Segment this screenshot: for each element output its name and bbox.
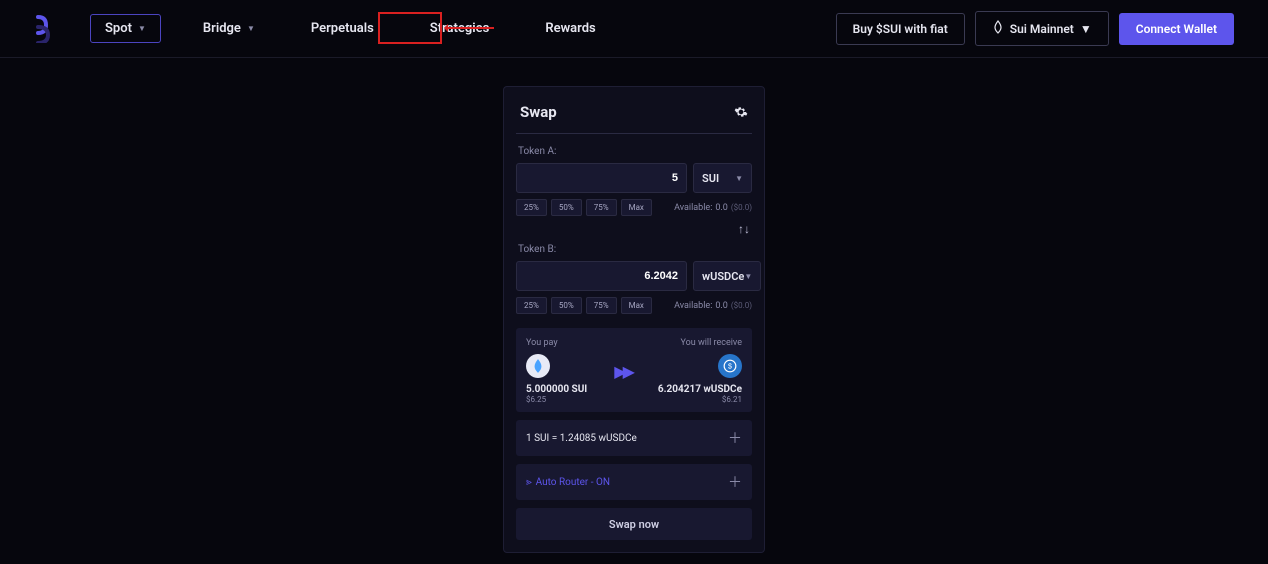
token-b-input[interactable] <box>525 270 678 282</box>
pct-25-button[interactable]: 25% <box>516 199 547 216</box>
gear-icon[interactable] <box>734 105 748 119</box>
available-usd: ($0.0) <box>731 203 752 212</box>
token-a-input[interactable] <box>525 172 678 184</box>
token-b-pct-buttons: 25% 50% 75% Max <box>516 297 652 314</box>
chevron-down-icon: ▼ <box>1080 22 1092 36</box>
nav-perpetuals[interactable]: Perpetuals <box>297 15 388 42</box>
token-b-available: Available: 0.0 ($0.0) <box>674 301 752 311</box>
token-a-input-box[interactable] <box>516 163 687 193</box>
connect-wallet-button[interactable]: Connect Wallet <box>1119 13 1234 45</box>
pct-50-button[interactable]: 50% <box>551 199 582 216</box>
logo <box>34 15 52 43</box>
nav-bridge[interactable]: Bridge ▼ <box>189 15 269 42</box>
swap-direction-button[interactable]: ↑↓ <box>518 222 750 236</box>
pay-usd: $6.25 <box>526 395 546 404</box>
nav-rewards[interactable]: Rewards <box>531 15 609 42</box>
nav-strategies[interactable]: Strategies <box>416 15 504 42</box>
router-text: Auto Router - ON <box>536 477 610 488</box>
sui-drop-icon <box>992 20 1004 37</box>
usdc-coin-icon: $ <box>718 354 742 378</box>
swap-now-button[interactable]: Swap now <box>516 508 752 540</box>
sui-coin-icon <box>526 354 550 378</box>
connect-wallet-label: Connect Wallet <box>1136 22 1217 36</box>
buy-sui-label: Buy $SUI with fiat <box>853 22 948 36</box>
pct-75-button[interactable]: 75% <box>586 199 617 216</box>
pct-max-button[interactable]: Max <box>621 297 652 314</box>
swap-title: Swap <box>520 103 557 121</box>
token-b-label: Token B: <box>518 244 750 255</box>
forward-arrows-icon: ▶▶ <box>614 362 631 381</box>
token-b-select[interactable]: wUSDCe ▼ <box>693 261 761 291</box>
network-label: Sui Mainnet <box>1010 22 1074 36</box>
pay-amount: 5.000000 SUI <box>526 384 587 395</box>
plus-icon[interactable]: ＋ <box>728 472 742 492</box>
token-a-pct-buttons: 25% 50% 75% Max <box>516 199 652 216</box>
you-receive-label: You will receive <box>681 338 743 348</box>
network-select[interactable]: Sui Mainnet ▼ <box>975 11 1109 46</box>
nav-perpetuals-label: Perpetuals <box>311 21 374 36</box>
rate-text: 1 SUI = 1.24085 wUSDCe <box>526 433 637 444</box>
nav-strategies-label: Strategies <box>430 21 490 36</box>
recv-usd: $6.21 <box>722 395 742 404</box>
token-b-symbol: wUSDCe <box>702 270 744 283</box>
svg-text:$: $ <box>728 363 732 370</box>
recv-amount: 6.204217 wUSDCe <box>658 384 742 395</box>
pct-50-button[interactable]: 50% <box>551 297 582 314</box>
top-nav: Spot ▼ Bridge ▼ Perpetuals Strategies Re… <box>0 0 1268 58</box>
available-label: Available: <box>674 203 712 213</box>
swap-panel: Swap Token A: SUI ▼ 25% 50% 75% Max Avai… <box>503 86 765 553</box>
chevron-down-icon: ▼ <box>247 24 255 33</box>
pct-75-button[interactable]: 75% <box>586 297 617 314</box>
chevron-down-icon: ▼ <box>735 174 743 183</box>
you-pay-label: You pay <box>526 338 558 348</box>
available-usd: ($0.0) <box>731 301 752 310</box>
share-icon: ⪢ <box>526 477 532 488</box>
pct-max-button[interactable]: Max <box>621 199 652 216</box>
swap-panel-header: Swap <box>516 87 752 134</box>
swap-summary-card: You pay 5.000000 SUI $6.25 ▶▶ You will r… <box>516 328 752 412</box>
chevron-down-icon: ▼ <box>744 272 752 281</box>
chevron-down-icon: ▼ <box>138 24 146 33</box>
token-b-input-box[interactable] <box>516 261 687 291</box>
nav-spot-label: Spot <box>105 21 132 36</box>
buy-sui-button[interactable]: Buy $SUI with fiat <box>836 13 965 45</box>
swap-arrows-icon: ↑↓ <box>738 222 750 236</box>
token-a-symbol: SUI <box>702 172 719 185</box>
available-qty: 0.0 <box>715 203 728 213</box>
available-qty: 0.0 <box>715 301 728 311</box>
token-a-available: Available: 0.0 ($0.0) <box>674 203 752 213</box>
router-row[interactable]: ⪢ Auto Router - ON ＋ <box>516 464 752 500</box>
nav-bridge-label: Bridge <box>203 21 241 36</box>
token-a-select[interactable]: SUI ▼ <box>693 163 752 193</box>
available-label: Available: <box>674 301 712 311</box>
nav-right: Buy $SUI with fiat Sui Mainnet ▼ Connect… <box>836 11 1234 46</box>
token-a-label: Token A: <box>518 146 750 157</box>
pct-25-button[interactable]: 25% <box>516 297 547 314</box>
plus-icon[interactable]: ＋ <box>728 428 742 448</box>
nav-rewards-label: Rewards <box>545 21 595 36</box>
nav-items: Spot ▼ Bridge ▼ Perpetuals Strategies Re… <box>90 14 610 43</box>
rate-row[interactable]: 1 SUI = 1.24085 wUSDCe ＋ <box>516 420 752 456</box>
nav-spot[interactable]: Spot ▼ <box>90 14 161 43</box>
swap-now-label: Swap now <box>609 518 659 531</box>
